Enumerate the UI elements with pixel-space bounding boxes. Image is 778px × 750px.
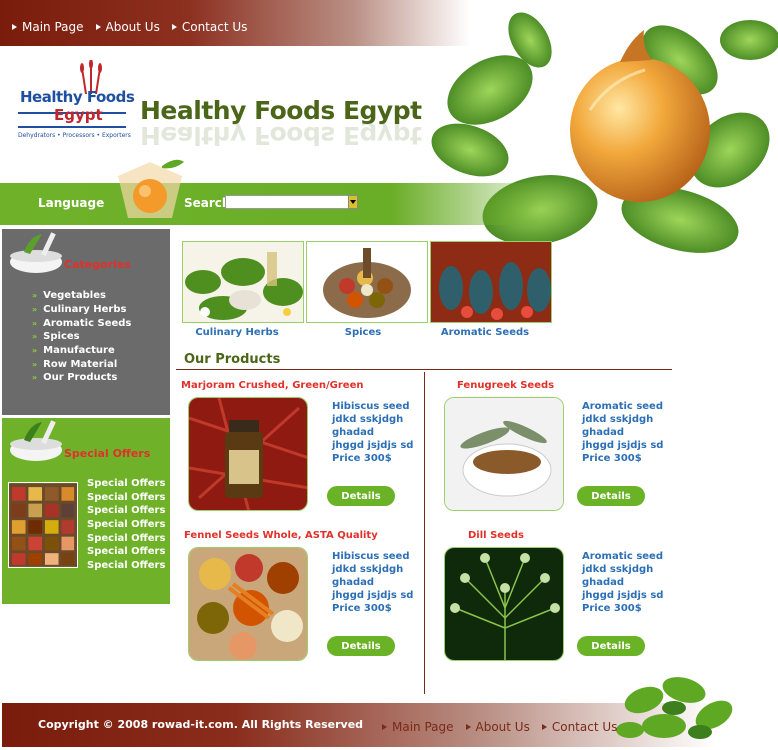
details-button[interactable]: Details <box>577 636 645 656</box>
products-title: Our Products <box>184 352 281 367</box>
tile-culinary-herbs-label[interactable]: Culinary Herbs <box>176 327 298 338</box>
double-arrow-icon: » <box>32 346 38 356</box>
categories-title: Categories <box>64 258 131 271</box>
double-arrow-icon: » <box>32 373 38 383</box>
product-name[interactable]: Dill Seeds <box>468 530 524 541</box>
tile-spices-label[interactable]: Spices <box>302 327 424 338</box>
special-offer-item[interactable]: Special Offers <box>87 546 165 560</box>
product-name[interactable]: Fenugreek Seeds <box>457 380 554 391</box>
special-offers-list: Special Offers Special Offers Special Of… <box>87 478 165 574</box>
hero-onion-image <box>430 0 778 270</box>
tile-aromatic-seeds-label[interactable]: Aromatic Seeds <box>424 327 546 338</box>
footer-nav-about-us[interactable]: About Us <box>465 720 530 734</box>
category-item-vegetables[interactable]: » Vegetables <box>32 289 131 303</box>
divider <box>176 369 672 370</box>
tile-spices-image[interactable] <box>306 241 428 323</box>
mortar-pestle-icon <box>10 420 62 461</box>
arrow-right-icon <box>382 724 387 730</box>
arrow-right-icon <box>541 724 547 730</box>
site-title-reflection: Healthy Foods Egypt <box>140 122 422 150</box>
category-item-manufacture[interactable]: » Manufacture <box>32 344 131 358</box>
categories-list: » Vegetables » Culinary Herbs » Aromatic Se… <box>32 289 131 385</box>
nav-contact-us[interactable]: Contact Us <box>171 20 247 34</box>
special-offer-item[interactable]: Special Offers <box>87 505 165 519</box>
footer-nav: Main Page About Us Contact Us <box>382 720 617 734</box>
special-offers-title: Special Offers <box>64 447 151 460</box>
double-arrow-icon: » <box>32 305 38 315</box>
product-description: Hibiscus seed jdkd sskjdgh ghadad jhggd jsj… <box>332 551 414 614</box>
nav-about-us[interactable]: About Us <box>95 20 160 34</box>
arrow-right-icon <box>171 24 177 30</box>
tile-culinary-herbs-image[interactable] <box>182 241 304 323</box>
mortar-pestle-icon <box>10 232 62 273</box>
double-arrow-icon: » <box>32 332 38 342</box>
search-input[interactable] <box>225 195 349 209</box>
special-offer-item[interactable]: Special Offers <box>87 492 165 506</box>
category-item-spices[interactable]: » Spices <box>32 330 131 344</box>
category-item-row-material[interactable]: » Row Material <box>32 357 131 371</box>
double-arrow-icon: » <box>32 318 38 328</box>
physalis-fruit-icon <box>118 159 184 218</box>
footer-nav-contact-us[interactable]: Contact Us <box>541 720 617 734</box>
search-label: Search <box>184 196 231 210</box>
footer-nav-main-page[interactable]: Main Page <box>382 720 454 734</box>
language-selector[interactable]: Language <box>38 196 104 210</box>
divider <box>424 372 425 694</box>
arrow-right-icon <box>95 24 101 30</box>
special-offer-item[interactable]: Special Offers <box>87 533 165 547</box>
details-button[interactable]: Details <box>327 636 395 656</box>
special-offer-item[interactable]: Special Offers <box>87 478 165 492</box>
logo[interactable]: Healthy Foods Egypt Dehydrators • Proces… <box>16 60 135 144</box>
arrow-right-icon <box>12 24 17 30</box>
product-description: Aromatic seed jdkd sskjdgh ghadad jhggd jsj… <box>582 551 664 614</box>
site-title: Healthy Foods Egypt <box>140 96 422 125</box>
special-offer-item[interactable]: Special Offers <box>87 560 165 574</box>
tile-aromatic-seeds-image[interactable] <box>430 241 552 323</box>
product-image-fenugreek[interactable] <box>444 397 564 511</box>
product-image-fennel[interactable] <box>188 547 308 661</box>
spice-box-image[interactable] <box>8 482 78 568</box>
nav-main-page[interactable]: Main Page <box>12 20 84 34</box>
product-name[interactable]: Marjoram Crushed, Green/Green <box>181 380 364 391</box>
details-button[interactable]: Details <box>577 486 645 506</box>
product-image-dill[interactable] <box>444 547 564 661</box>
category-item-culinary-herbs[interactable]: » Culinary Herbs <box>32 303 131 317</box>
product-image-marjoram[interactable] <box>188 397 308 511</box>
top-nav: Main Page About Us Contact Us <box>12 20 247 34</box>
product-description: Hibiscus seed jdkd sskjdgh ghadad jhggd jsj… <box>332 401 414 464</box>
arrow-right-icon <box>465 724 471 730</box>
category-item-our-products[interactable]: » Our Products <box>32 371 131 385</box>
copyright-text: Copyright © 2008 rowad-it.com. All Right… <box>38 718 364 731</box>
double-arrow-icon: » <box>32 359 38 369</box>
product-description: Aromatic seed jdkd sskjdgh ghadad jhggd jsj… <box>582 401 664 464</box>
herb-leaves-image <box>616 677 733 739</box>
double-arrow-icon: » <box>32 291 38 301</box>
product-name[interactable]: Fennel Seeds Whole, ASTA Quality <box>184 530 378 541</box>
details-button[interactable]: Details <box>327 486 395 506</box>
category-item-aromatic-seeds[interactable]: » Aromatic Seeds <box>32 316 131 330</box>
special-offer-item[interactable]: Special Offers <box>87 519 165 533</box>
search-dropdown-button[interactable] <box>348 195 358 209</box>
